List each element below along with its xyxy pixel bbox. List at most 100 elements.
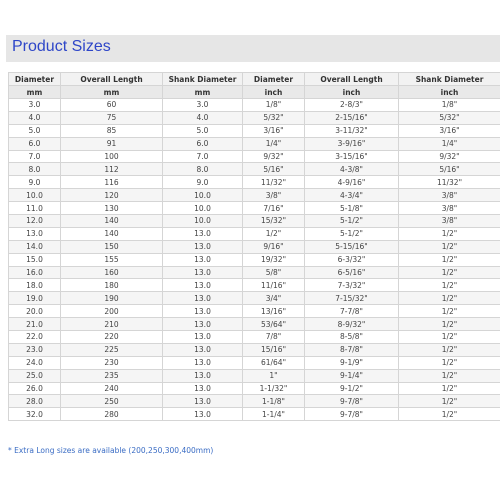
table-cell: 140 — [60, 214, 163, 228]
table-cell: 240 — [60, 381, 163, 396]
table-row: 3.0 60 3.0 1/8" 2-8/3" 1/8" — [8, 98, 500, 112]
column-header: Overall Length — [304, 72, 399, 86]
table-cell: 8-7/8" — [304, 342, 399, 357]
table-cell: 190 — [60, 291, 163, 306]
table-cell: 13.0 — [162, 278, 243, 293]
table-cell: 1/2" — [398, 317, 500, 332]
table-cell: 6-5/16" — [304, 265, 399, 280]
table-cell: 1/2" — [398, 355, 500, 370]
table-cell: 13.0 — [162, 265, 243, 280]
table-cell: 1/2" — [242, 226, 305, 241]
page-title-bar: Product Sizes — [6, 35, 500, 62]
column-header: Diameter — [8, 72, 61, 86]
table-row: 23.0 225 13.0 15/16" 8-7/8" 1/2" — [8, 342, 500, 357]
table-cell: 9.0 — [162, 175, 243, 190]
table-cell: 19.0 — [8, 291, 61, 306]
table-cell: 13.0 — [162, 368, 243, 383]
table-row: 20.0 200 13.0 13/16" 7-7/8" 1/2" — [8, 304, 500, 319]
table-cell: 9/16" — [242, 239, 305, 254]
table-cell: 13.0 — [8, 226, 61, 241]
table-cell: 235 — [60, 368, 163, 383]
table-cell: 13.0 — [162, 291, 243, 306]
table-cell: 11.0 — [8, 201, 61, 216]
table-cell: 1/8" — [398, 98, 500, 112]
table-cell: 4-9/16" — [304, 175, 399, 190]
table-cell: 112 — [60, 162, 163, 177]
table-cell: 3/8" — [398, 214, 500, 228]
table-cell: 7-15/32" — [304, 291, 399, 306]
table-cell: 140 — [60, 226, 163, 241]
table-cell: 4-3/8" — [304, 162, 399, 177]
table-cell: 28.0 — [8, 394, 61, 409]
table-row: 7.0 100 7.0 9/32" 3-15/16" 9/32" — [8, 149, 500, 164]
table-cell: 75 — [60, 110, 163, 125]
table-cell: 22.0 — [8, 330, 61, 344]
units-row: mm mm mm inch inch inch — [8, 85, 500, 99]
table-cell: 15/16" — [242, 342, 305, 357]
table-cell: 10.0 — [162, 201, 243, 216]
unit-header: inch — [242, 85, 305, 99]
table-cell: 3/4" — [242, 291, 305, 306]
table-cell: 85 — [60, 123, 163, 138]
table-cell: 1/2" — [398, 394, 500, 409]
table-cell: 5.0 — [8, 123, 61, 138]
table-cell: 13.0 — [162, 381, 243, 396]
table-cell: 116 — [60, 175, 163, 190]
table-cell: 3/16" — [242, 123, 305, 138]
table-cell: 9-1/4" — [304, 368, 399, 383]
table-row: 24.0 230 13.0 61/64" 9-1/9" 1/2" — [8, 355, 500, 370]
table-cell: 10.0 — [162, 188, 243, 203]
product-sizes-table: Diameter Overall Length Shank Diameter D… — [8, 72, 500, 422]
table-cell: 20.0 — [8, 304, 61, 319]
table-cell: 24.0 — [8, 355, 61, 370]
table-cell: 5/16" — [242, 162, 305, 177]
table-row: 19.0 190 13.0 3/4" 7-15/32" 1/2" — [8, 291, 500, 306]
table-cell: 13.0 — [162, 239, 243, 254]
table-cell: 53/64" — [242, 317, 305, 332]
table-cell: 60 — [60, 98, 163, 112]
table-cell: 7-3/32" — [304, 278, 399, 293]
table-body: 3.0 60 3.0 1/8" 2-8/3" 1/8" 4.0 75 4.0 5/32" 2-15/… — [8, 98, 500, 422]
table-cell: 1-1/32" — [242, 381, 305, 396]
table-cell: 3-15/16" — [304, 149, 399, 164]
table-cell: 5/8" — [242, 265, 305, 280]
table-cell: 13.0 — [162, 330, 243, 344]
table-cell: 9/32" — [398, 149, 500, 164]
table-row: 32.0 280 13.0 1-1/4" 9-7/8" 1/2" — [8, 407, 500, 422]
unit-header: mm — [8, 85, 61, 99]
table-cell: 250 — [60, 394, 163, 409]
table-cell: 3/8" — [242, 188, 305, 203]
table-cell: 1/2" — [398, 330, 500, 344]
table-row: 10.0 120 10.0 3/8" 4-3/4" 3/8" — [8, 188, 500, 203]
table-cell: 9-1/2" — [304, 381, 399, 396]
table-row: 25.0 235 13.0 1" 9-1/4" 1/2" — [8, 368, 500, 383]
unit-header: mm — [162, 85, 243, 99]
table-cell: 4.0 — [162, 110, 243, 125]
table-cell: 11/16" — [242, 278, 305, 293]
table-row: 13.0 140 13.0 1/2" 5-1/2" 1/2" — [8, 226, 500, 241]
table-cell: 1" — [242, 368, 305, 383]
table-cell: 5/32" — [242, 110, 305, 125]
table-cell: 2-15/16" — [304, 110, 399, 125]
table-cell: 3/8" — [398, 201, 500, 216]
table-cell: 9-7/8" — [304, 394, 399, 409]
table-cell: 3/8" — [398, 188, 500, 203]
table-cell: 1/2" — [398, 239, 500, 254]
table-cell: 3.0 — [8, 98, 61, 112]
table-cell: 230 — [60, 355, 163, 370]
column-header: Overall Length — [60, 72, 163, 86]
table-cell: 150 — [60, 239, 163, 254]
table-cell: 13.0 — [162, 304, 243, 319]
table-row: 18.0 180 13.0 11/16" 7-3/32" 1/2" — [8, 278, 500, 293]
table-cell: 6.0 — [8, 136, 61, 151]
table-cell: 11/32" — [242, 175, 305, 190]
table-cell: 9-1/9" — [304, 355, 399, 370]
table-row: 12.0 140 10.0 15/32" 5-1/2" 3/8" — [8, 214, 500, 228]
table-cell: 1/4" — [242, 136, 305, 151]
table-cell: 14.0 — [8, 239, 61, 254]
table-cell: 8-5/8" — [304, 330, 399, 344]
table-cell: 160 — [60, 265, 163, 280]
unit-header: inch — [398, 85, 500, 99]
table-cell: 23.0 — [8, 342, 61, 357]
table-row: 11.0 130 10.0 7/16" 5-1/8" 3/8" — [8, 201, 500, 216]
